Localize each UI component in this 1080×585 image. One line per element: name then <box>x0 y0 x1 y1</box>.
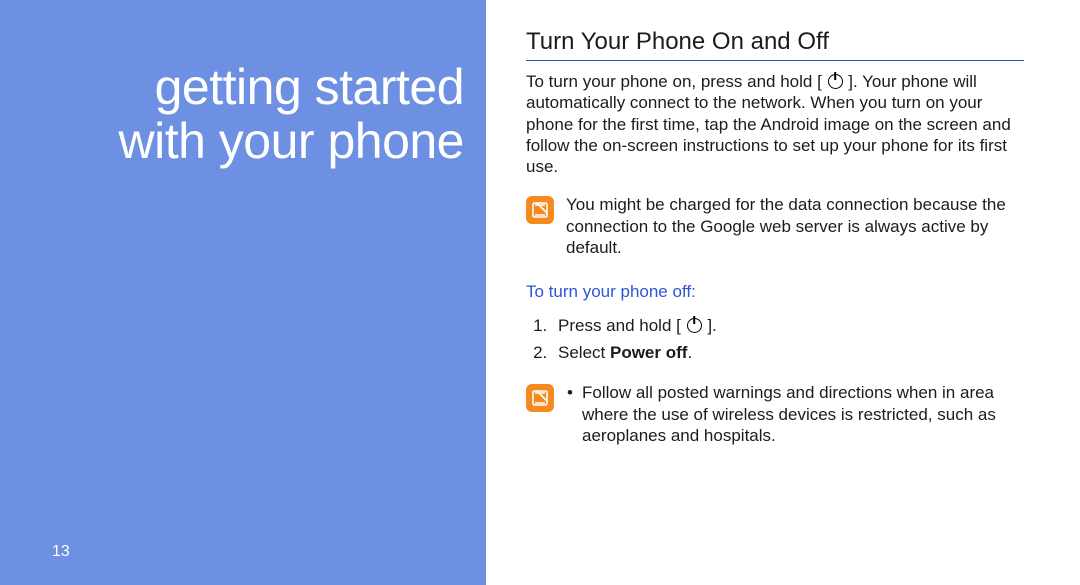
content-panel: Turn Your Phone On and Off To turn your … <box>486 0 1080 585</box>
note-callout-2: • Follow all posted warnings and directi… <box>526 382 1024 446</box>
note-icon <box>526 196 554 224</box>
step-1: Press and hold [ ]. <box>552 312 1024 339</box>
sub-heading: To turn your phone off: <box>526 282 1024 302</box>
power-icon <box>687 318 702 333</box>
intro-text-a: To turn your phone on, press and hold [ <box>526 72 822 91</box>
note-text-1: You might be charged for the data connec… <box>566 194 1024 258</box>
note-icon <box>526 384 554 412</box>
step2-suffix: . <box>687 343 692 362</box>
chapter-title: getting started with your phone <box>118 60 464 168</box>
note-callout-1: You might be charged for the data connec… <box>526 194 1024 258</box>
page-number: 13 <box>52 543 70 561</box>
step1-text-b: ]. <box>707 316 716 335</box>
step-2: Select Power off. <box>552 339 1024 366</box>
step1-text-a: Press and hold [ <box>558 316 681 335</box>
note2-body: Follow all posted warnings and direction… <box>582 382 1024 446</box>
section-title: Turn Your Phone On and Off <box>526 28 1024 61</box>
step2-prefix: Select <box>558 343 610 362</box>
chapter-title-panel: getting started with your phone 13 <box>0 0 486 585</box>
bullet-icon: • <box>566 382 574 446</box>
chapter-title-line1: getting started <box>155 59 464 115</box>
chapter-title-line2: with your phone <box>118 113 464 169</box>
note-text-2: • Follow all posted warnings and directi… <box>566 382 1024 446</box>
manual-spread: getting started with your phone 13 Turn … <box>0 0 1080 585</box>
steps-list: Press and hold [ ]. Select Power off. <box>532 312 1024 366</box>
intro-paragraph: To turn your phone on, press and hold [ … <box>526 71 1024 177</box>
step2-bold: Power off <box>610 343 687 362</box>
power-icon <box>828 74 843 89</box>
